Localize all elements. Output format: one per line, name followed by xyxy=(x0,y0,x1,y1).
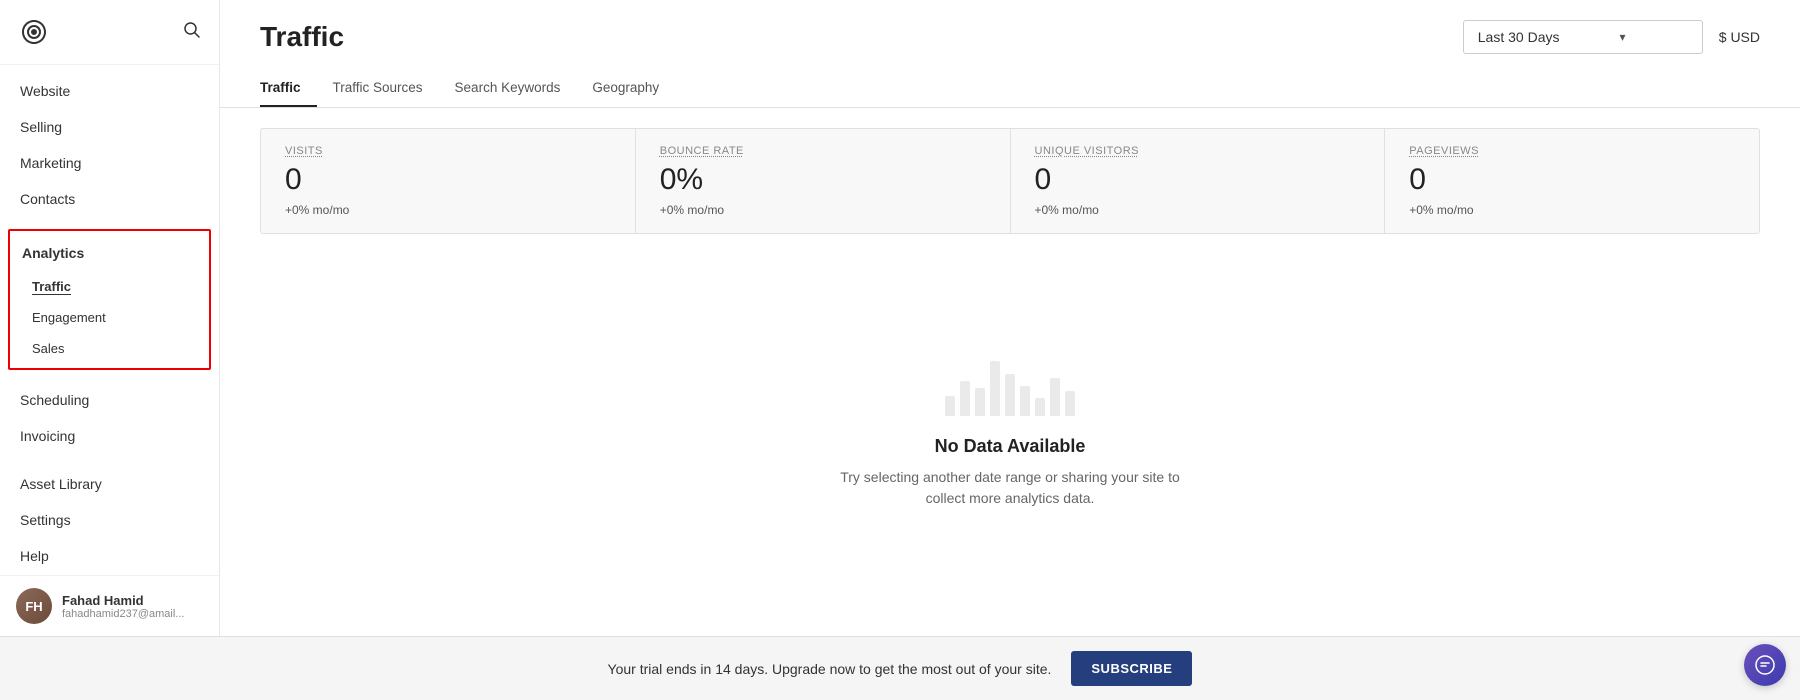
user-profile: FH Fahad Hamid fahadhamid237@amail... xyxy=(0,575,219,636)
stat-visits-value: 0 xyxy=(285,163,611,197)
sidebar: Website Selling Marketing Contacts Analy… xyxy=(0,0,220,636)
trial-message: Your trial ends in 14 days. Upgrade now … xyxy=(608,661,1052,677)
sidebar-item-scheduling[interactable]: Scheduling xyxy=(0,382,219,418)
stat-unique-value: 0 xyxy=(1035,163,1361,197)
sidebar-item-marketing[interactable]: Marketing xyxy=(0,145,219,181)
tab-search-keywords[interactable]: Search Keywords xyxy=(455,70,577,107)
stat-unique-change: +0% mo/mo xyxy=(1035,203,1361,217)
stat-bounce-value: 0% xyxy=(660,163,986,197)
user-email: fahadhamid237@amail... xyxy=(62,608,184,620)
sidebar-item-help[interactable]: Help xyxy=(0,538,219,574)
stat-unique-visitors: UNIQUE VISITORS 0 +0% mo/mo xyxy=(1011,129,1386,233)
stat-unique-label: UNIQUE VISITORS xyxy=(1035,145,1361,157)
tab-geography[interactable]: Geography xyxy=(592,70,675,107)
main-content: Traffic Last 30 Days ▾ $ USD Traffic Tra… xyxy=(220,0,1800,636)
content-header: Traffic Last 30 Days ▾ $ USD xyxy=(220,0,1800,54)
sidebar-item-invoicing[interactable]: Invoicing xyxy=(0,418,219,454)
stat-pageviews: PAGEVIEWS 0 +0% mo/mo xyxy=(1385,129,1759,233)
stat-bounce-rate: BOUNCE RATE 0% +0% mo/mo xyxy=(636,129,1011,233)
sidebar-item-asset-library[interactable]: Asset Library xyxy=(0,466,219,502)
tab-traffic[interactable]: Traffic xyxy=(260,70,317,107)
chevron-down-icon: ▾ xyxy=(1619,30,1625,44)
sidebar-sub-item-traffic[interactable]: Traffic xyxy=(10,271,209,302)
stat-pageviews-value: 0 xyxy=(1409,163,1735,197)
chat-bubble[interactable] xyxy=(1744,644,1786,686)
analytics-section: Analytics Traffic Engagement Sales xyxy=(8,229,211,370)
stat-pageviews-change: +0% mo/mo xyxy=(1409,203,1735,217)
sidebar-header xyxy=(0,0,219,65)
stat-pageviews-label: PAGEVIEWS xyxy=(1409,145,1735,157)
sidebar-item-analytics[interactable]: Analytics xyxy=(10,235,209,271)
date-range-dropdown[interactable]: Last 30 Days ▾ xyxy=(1463,20,1703,54)
logo[interactable] xyxy=(18,16,50,48)
sidebar-item-selling[interactable]: Selling xyxy=(0,109,219,145)
tabs-bar: Traffic Traffic Sources Search Keywords … xyxy=(220,70,1800,108)
trial-banner: Your trial ends in 14 days. Upgrade now … xyxy=(0,636,1800,700)
empty-chart-icon xyxy=(945,361,1075,416)
search-icon[interactable] xyxy=(183,21,201,44)
avatar: FH xyxy=(16,588,52,624)
subscribe-button[interactable]: SUBSCRIBE xyxy=(1071,651,1192,686)
sidebar-sub-item-engagement[interactable]: Engagement xyxy=(10,302,209,333)
no-data-subtitle: Try selecting another date range or shar… xyxy=(840,467,1180,509)
date-range-label: Last 30 Days xyxy=(1478,29,1560,45)
tab-traffic-sources[interactable]: Traffic Sources xyxy=(333,70,439,107)
stats-bar: VISITS 0 +0% mo/mo BOUNCE RATE 0% +0% mo… xyxy=(260,128,1760,234)
stat-visits: VISITS 0 +0% mo/mo xyxy=(261,129,636,233)
no-data-section: No Data Available Try selecting another … xyxy=(220,234,1800,636)
stat-visits-label: VISITS xyxy=(285,145,611,157)
sidebar-sub-item-sales[interactable]: Sales xyxy=(10,333,209,364)
stat-visits-change: +0% mo/mo xyxy=(285,203,611,217)
user-name: Fahad Hamid xyxy=(62,593,184,608)
sidebar-nav: Website Selling Marketing Contacts Analy… xyxy=(0,65,219,575)
stat-bounce-label: BOUNCE RATE xyxy=(660,145,986,157)
sidebar-item-settings[interactable]: Settings xyxy=(0,502,219,538)
stat-bounce-change: +0% mo/mo xyxy=(660,203,986,217)
no-data-title: No Data Available xyxy=(935,436,1086,457)
user-info: Fahad Hamid fahadhamid237@amail... xyxy=(62,593,184,620)
sidebar-item-website[interactable]: Website xyxy=(0,73,219,109)
page-title: Traffic xyxy=(260,21,344,53)
sidebar-item-contacts[interactable]: Contacts xyxy=(0,181,219,217)
currency-label: $ USD xyxy=(1719,29,1760,45)
header-right: Last 30 Days ▾ $ USD xyxy=(1463,20,1760,54)
